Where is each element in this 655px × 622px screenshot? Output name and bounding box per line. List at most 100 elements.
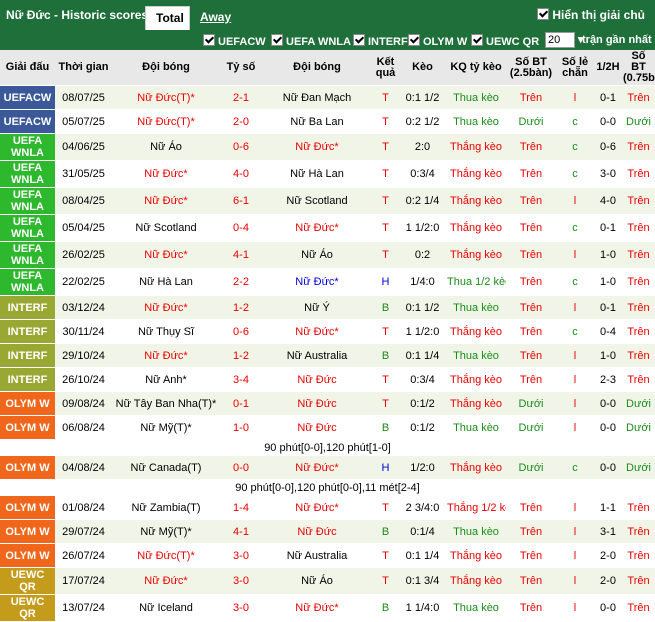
away-team[interactable]: Nữ Scotland xyxy=(262,187,372,215)
home-team[interactable]: Nữ Canada(T) xyxy=(112,455,220,480)
competition-badge[interactable]: UEWC QR xyxy=(0,567,55,595)
match-result: B xyxy=(372,343,399,368)
home-team[interactable]: Nữ Mỹ(T)* xyxy=(112,415,220,440)
checkbox-icon[interactable] xyxy=(353,34,365,46)
home-team[interactable]: Nữ Đức* xyxy=(112,567,220,595)
home-team[interactable]: Nữ Đức* xyxy=(112,187,220,215)
match-date: 09/08/24 xyxy=(55,391,112,416)
away-team[interactable]: Nữ Áo xyxy=(262,567,372,595)
home-team[interactable]: Nữ Scotland xyxy=(112,214,220,242)
odd-even: c xyxy=(556,214,594,242)
competition-badge[interactable]: OLYM W xyxy=(0,495,55,520)
half-time-score: 0-0 xyxy=(594,455,622,480)
filter-uefacw[interactable]: UEFACW xyxy=(203,34,266,48)
away-team[interactable]: Nữ Đức* xyxy=(262,133,372,161)
home-team[interactable]: Nữ Thụy Sĩ xyxy=(112,319,220,344)
away-team[interactable]: Nữ Đức xyxy=(262,391,372,416)
last-count-select[interactable]: 20 ▾ xyxy=(545,32,584,48)
match-date: 05/07/25 xyxy=(55,109,112,134)
away-team[interactable]: Nữ Đức xyxy=(262,415,372,440)
handicap-result: Thua kèo xyxy=(446,343,506,368)
away-team[interactable]: Nữ Đức* xyxy=(262,319,372,344)
half-time-score: 3-0 xyxy=(594,160,622,188)
competition-badge[interactable]: INTERF xyxy=(0,343,55,368)
home-team[interactable]: Nữ Đức(T)* xyxy=(112,543,220,568)
match-result: T xyxy=(372,391,399,416)
away-team[interactable]: Nữ Australia xyxy=(262,543,372,568)
competition-badge[interactable]: UEFA WNLA xyxy=(0,268,55,296)
home-team[interactable]: Nữ Tây Ban Nha(T)* xyxy=(112,391,220,416)
match-date: 26/10/24 xyxy=(55,367,112,392)
competition-badge[interactable]: INTERF xyxy=(0,319,55,344)
show-home-toggle[interactable]: Hiển thị giải chủ xyxy=(537,8,645,22)
score: 0-6 xyxy=(220,133,262,161)
away-team[interactable]: Nữ Australia xyxy=(262,343,372,368)
checkbox-icon[interactable] xyxy=(537,8,550,20)
half-time-score: 0-1 xyxy=(594,85,622,110)
home-team[interactable]: Nữ Đức(T)* xyxy=(112,109,220,134)
handicap-result: Thắng kèo xyxy=(446,241,506,269)
competition-badge[interactable]: INTERF xyxy=(0,295,55,320)
score: 4-0 xyxy=(220,160,262,188)
competition-badge[interactable]: INTERF xyxy=(0,367,55,392)
over-under-25: Dưới xyxy=(506,455,556,480)
checkbox-icon[interactable] xyxy=(271,34,283,46)
handicap: 0:2 xyxy=(399,241,446,269)
over-under-25: Trên xyxy=(506,594,556,622)
home-team[interactable]: Nữ Hà Lan xyxy=(112,268,220,296)
home-team[interactable]: Nữ Đức* xyxy=(112,241,220,269)
competition-badge[interactable]: UEFA WNLA xyxy=(0,214,55,242)
match-date: 03/12/24 xyxy=(55,295,112,320)
away-team[interactable]: Nữ Đức* xyxy=(262,495,372,520)
match-date: 05/04/25 xyxy=(55,214,112,242)
competition-badge[interactable]: UEFA WNLA xyxy=(0,160,55,188)
tab-away[interactable]: Away xyxy=(190,6,241,30)
handicap-result: Thắng kèo xyxy=(446,160,506,188)
competition-badge[interactable]: UEFACW xyxy=(0,85,55,110)
filter-uewc-qr[interactable]: UEWC QR xyxy=(471,34,539,48)
checkbox-icon[interactable] xyxy=(471,34,483,46)
away-team[interactable]: Nữ Đức* xyxy=(262,214,372,242)
note-text: 90 phút[0-0],120 phút[0-0],11 mét[2-4] xyxy=(0,479,655,496)
home-team[interactable]: Nữ Đức* xyxy=(112,295,220,320)
competition-badge[interactable]: UEFA WNLA xyxy=(0,187,55,215)
competition-badge[interactable]: OLYM W xyxy=(0,455,55,480)
competition-badge[interactable]: OLYM W xyxy=(0,543,55,568)
col-away: Đội bóng xyxy=(262,50,372,86)
away-team[interactable]: Nữ Đức* xyxy=(262,455,372,480)
away-team[interactable]: Nữ Đức* xyxy=(262,594,372,622)
filter-uefa-wnla[interactable]: UEFA WNLA xyxy=(271,34,351,48)
over-under-25: Dưới xyxy=(506,109,556,134)
away-team[interactable]: Nữ Ý xyxy=(262,295,372,320)
score: 3-0 xyxy=(220,594,262,622)
away-team[interactable]: Nữ Áo xyxy=(262,241,372,269)
home-team[interactable]: Nữ Zambia(T) xyxy=(112,495,220,520)
competition-badge[interactable]: OLYM W xyxy=(0,391,55,416)
checkbox-icon[interactable] xyxy=(203,34,215,46)
tab-total[interactable]: Total xyxy=(145,6,190,30)
away-team[interactable]: Nữ Hà Lan xyxy=(262,160,372,188)
home-team[interactable]: Nữ Đức* xyxy=(112,160,220,188)
competition-badge[interactable]: UEFA WNLA xyxy=(0,133,55,161)
home-team[interactable]: Nữ Anh* xyxy=(112,367,220,392)
match-date: 30/11/24 xyxy=(55,319,112,344)
filter-interf[interactable]: INTERF xyxy=(353,34,408,48)
away-team[interactable]: Nữ Đan Mạch xyxy=(262,85,372,110)
home-team[interactable]: Nữ Iceland xyxy=(112,594,220,622)
home-team[interactable]: Nữ Áo xyxy=(112,133,220,161)
away-team[interactable]: Nữ Ba Lan xyxy=(262,109,372,134)
away-team[interactable]: Nữ Đức xyxy=(262,367,372,392)
over-under-25: Trên xyxy=(506,495,556,520)
away-team[interactable]: Nữ Đức* xyxy=(262,268,372,296)
half-time-score: 1-0 xyxy=(594,343,622,368)
competition-badge[interactable]: UEFACW xyxy=(0,109,55,134)
home-team[interactable]: Nữ Đức(T)* xyxy=(112,85,220,110)
checkbox-icon[interactable] xyxy=(408,34,420,46)
filter-olym-w[interactable]: OLYM W xyxy=(408,34,467,48)
home-team[interactable]: Nữ Đức* xyxy=(112,343,220,368)
competition-badge[interactable]: UEWC QR xyxy=(0,594,55,622)
over-under-25: Trên xyxy=(506,133,556,161)
competition-badge[interactable]: OLYM W xyxy=(0,415,55,440)
competition-badge[interactable]: UEFA WNLA xyxy=(0,241,55,269)
match-date: 26/02/25 xyxy=(55,241,112,269)
